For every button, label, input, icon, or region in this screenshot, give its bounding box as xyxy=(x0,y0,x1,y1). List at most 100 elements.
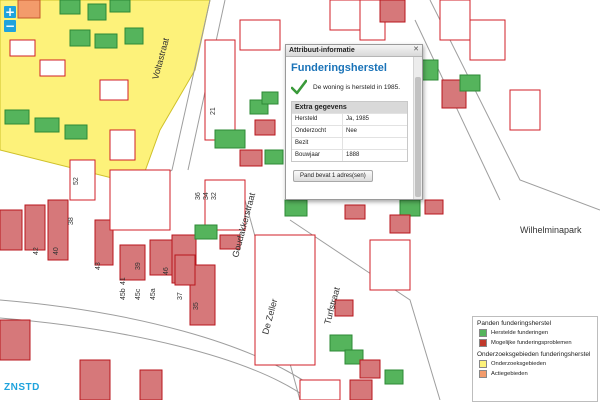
building xyxy=(0,209,23,251)
building xyxy=(284,199,308,217)
building xyxy=(254,119,276,136)
popup-heading: Funderingsherstel xyxy=(291,62,387,74)
legend-item-onderzoek: Onderzoeksgebieden xyxy=(473,359,597,369)
building xyxy=(254,234,316,366)
parcel-number: 45c xyxy=(135,288,142,300)
building xyxy=(509,89,541,131)
legend-swatch xyxy=(479,339,487,347)
zoom-control: + − xyxy=(4,6,16,34)
building xyxy=(34,117,60,133)
building xyxy=(239,149,263,167)
building xyxy=(87,3,107,21)
legend-label: Mogelijke funderingsproblemen xyxy=(491,340,572,346)
building xyxy=(349,379,373,400)
building xyxy=(384,369,404,385)
parcel-number: 43 xyxy=(95,262,102,270)
attr-key: Hersteld xyxy=(295,116,318,122)
building xyxy=(9,39,36,57)
popup-titlebar[interactable]: Attribuut-informatie ✕ xyxy=(286,45,422,57)
parcel-number: 42 xyxy=(33,247,40,255)
scrollbar-thumb[interactable] xyxy=(415,77,421,197)
parcel-number: 46 xyxy=(163,267,170,275)
attr-value xyxy=(342,138,407,149)
building xyxy=(359,359,381,379)
building xyxy=(24,204,46,251)
building xyxy=(174,254,196,286)
zoom-in-button[interactable]: + xyxy=(4,6,16,18)
building xyxy=(389,214,411,234)
building xyxy=(239,19,281,51)
building xyxy=(64,124,88,140)
building xyxy=(69,29,91,47)
attr-value: 1888 xyxy=(342,150,407,161)
building xyxy=(469,19,506,61)
close-icon[interactable]: ✕ xyxy=(412,46,420,54)
section-title: Extra gegevens xyxy=(292,102,407,113)
building xyxy=(329,0,361,31)
attr-key: Bouwjaar xyxy=(295,152,321,158)
building xyxy=(459,74,481,92)
parcel-number: 40 xyxy=(53,247,60,255)
parcel-number: 52 xyxy=(73,177,80,185)
legend-label: Onderzoeksgebieden xyxy=(491,361,547,367)
building xyxy=(194,224,218,240)
legend-swatch xyxy=(479,370,487,378)
parcel-number: 21 xyxy=(210,107,217,115)
legend-title-panden: Panden funderingsherstel xyxy=(477,320,552,327)
area-label-wilhelminapark: Wilhelminapark xyxy=(520,225,582,235)
attr-row: Bouwjaar 1888 xyxy=(292,149,407,161)
parcel-number: 45b xyxy=(120,288,127,300)
building xyxy=(109,129,136,161)
building xyxy=(109,0,131,13)
legend-item-actie: Actiegebieden xyxy=(473,369,597,379)
building xyxy=(379,0,406,23)
pand-adressen-button[interactable]: Pand bevat 1 adres(sen) xyxy=(293,170,373,182)
legend-label: Actiegebieden xyxy=(491,371,528,377)
parcel-number: 45a xyxy=(150,288,157,300)
legend-swatch xyxy=(479,360,487,368)
popup-title: Attribuut-informatie xyxy=(289,47,355,54)
legend-item-hersteld: Herstelde funderingen xyxy=(473,328,597,338)
attr-row: Onderzocht Nee xyxy=(292,125,407,137)
legend-item-mogelijk: Mogelijke funderingsproblemen xyxy=(473,338,597,348)
attr-value: Ja, 1985 xyxy=(342,114,407,125)
building xyxy=(99,79,129,101)
building xyxy=(94,33,118,49)
building xyxy=(139,369,163,400)
attribute-info-popup: Attribuut-informatie ✕ Funderingsherstel… xyxy=(285,44,423,200)
building xyxy=(299,379,341,400)
legend-title-onderzoeksgebieden: Onderzoeksgebieden funderingsherstel xyxy=(477,351,591,358)
building xyxy=(79,359,111,400)
parcel-number: 36 xyxy=(195,192,202,200)
brand-logo: ZNSTD xyxy=(4,382,40,393)
parcel-number: 41 xyxy=(120,277,127,285)
building xyxy=(264,149,284,165)
popup-scrollbar[interactable] xyxy=(413,57,422,199)
attr-row: Hersteld Ja, 1985 xyxy=(292,113,407,125)
building xyxy=(369,239,411,291)
map-legend: Panden funderingsherstel Herstelde funde… xyxy=(472,316,598,402)
building xyxy=(399,199,421,217)
legend-label: Herstelde funderingen xyxy=(491,330,549,336)
popup-content: Funderingsherstel De woning is hersteld … xyxy=(286,57,413,199)
building xyxy=(329,334,353,352)
parcel-number: 32 xyxy=(211,192,218,200)
zoom-out-button[interactable]: − xyxy=(4,20,16,32)
parcel-number: 39 xyxy=(135,262,142,270)
building xyxy=(261,91,279,105)
building xyxy=(124,27,144,45)
building xyxy=(214,129,246,149)
status-text: De woning is hersteld in 1985. xyxy=(313,83,401,91)
building xyxy=(424,199,444,215)
attr-value: Nee xyxy=(342,126,407,137)
legend-swatch xyxy=(479,329,487,337)
checkmark-icon xyxy=(291,79,307,95)
building xyxy=(59,0,81,15)
attr-row: Bezit xyxy=(292,137,407,149)
parcel-number: 37 xyxy=(177,292,184,300)
actiegebied-area[interactable] xyxy=(17,0,41,19)
building xyxy=(0,319,31,361)
building xyxy=(344,204,366,220)
building xyxy=(439,0,471,41)
building xyxy=(109,169,171,231)
